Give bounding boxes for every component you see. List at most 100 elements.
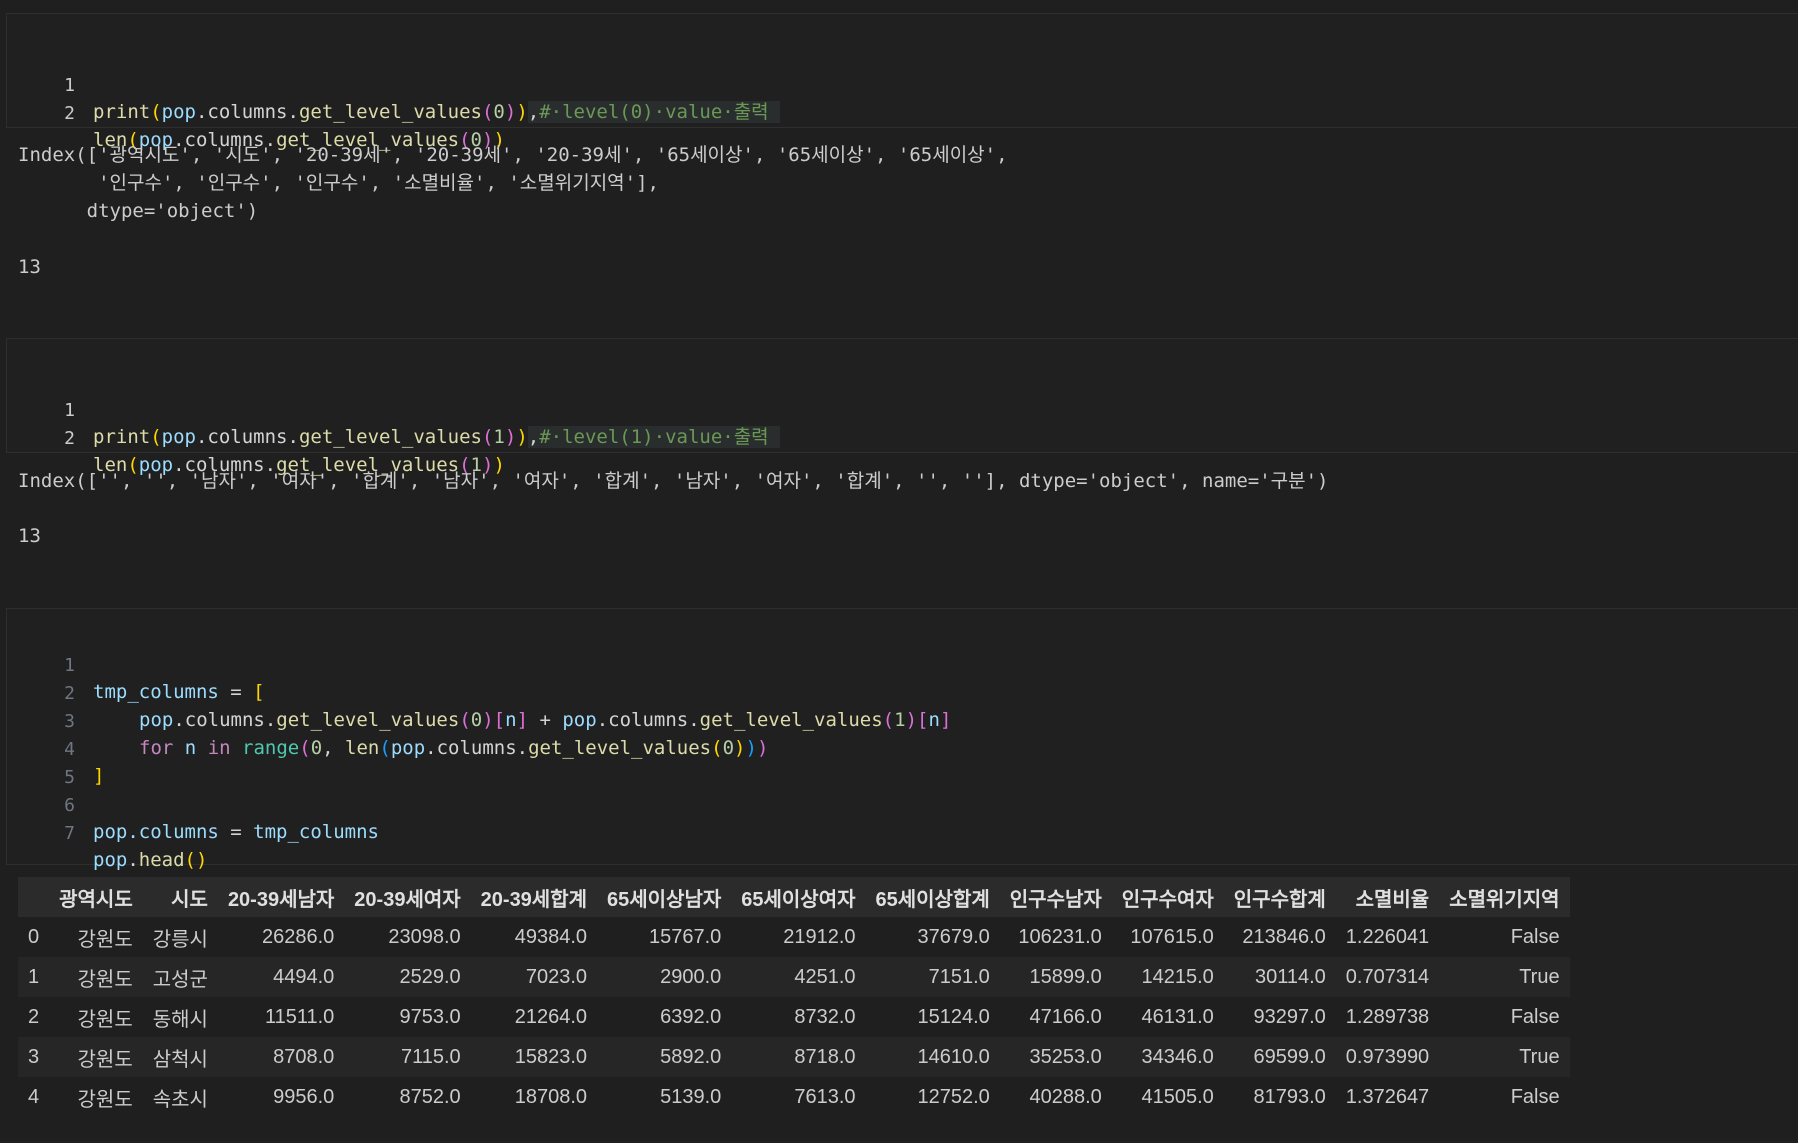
- table-cell: 1.372647: [1335, 1077, 1440, 1117]
- table-cell: 5139.0: [597, 1077, 732, 1117]
- table-cell: 15899.0: [999, 957, 1112, 997]
- table-cell: 14215.0: [1111, 957, 1224, 997]
- cell-2-output-len: 13: [18, 525, 41, 547]
- column-header: 65세이상남자: [597, 877, 732, 917]
- table-cell: 8708.0: [217, 1037, 345, 1077]
- table-cell: 15823.0: [470, 1037, 598, 1077]
- table-cell: 7115.0: [344, 1037, 471, 1077]
- code-line[interactable]: 2 len(pop.columns.get_level_values(0)): [7, 75, 1798, 151]
- table-cell: 9956.0: [217, 1077, 345, 1117]
- table-cell: 7023.0: [470, 957, 598, 997]
- table-row: 0 강원도 강릉시 26286.0 23098.0 49384.0 15767.0 21912…: [18, 917, 1570, 957]
- table-cell: 7613.0: [731, 1077, 866, 1117]
- table-cell: 1.226041: [1335, 917, 1440, 957]
- table-cell: 21264.0: [470, 997, 598, 1037]
- column-header: 인구수합계: [1223, 877, 1336, 917]
- table-cell: 23098.0: [344, 917, 471, 957]
- line-number: 2: [64, 428, 75, 449]
- table-cell: 35253.0: [999, 1037, 1112, 1077]
- cell-1-output-index: Index(['광역시도', '시도', '20-39세', '20-39세',…: [18, 144, 1008, 222]
- code-line[interactable]: 4 ]: [7, 711, 104, 787]
- table-cell: 4251.0: [731, 957, 866, 997]
- table-cell: 106231.0: [999, 917, 1112, 957]
- cell-2-output-index: Index(['', '', '남자', '여자', '합계', '남자', '…: [18, 470, 1329, 492]
- table-cell: 1.289738: [1335, 997, 1440, 1037]
- cell-1-output-len: 13: [18, 256, 41, 278]
- table-cell: 0.973990: [1335, 1037, 1440, 1077]
- table-cell: 12752.0: [865, 1077, 1000, 1117]
- table-cell: 강원도: [49, 1037, 143, 1077]
- table-cell: 강원도: [49, 997, 143, 1037]
- column-header: 소멸위기지역: [1439, 877, 1570, 917]
- table-cell: 동해시: [142, 997, 218, 1037]
- line-number: 2: [64, 103, 75, 124]
- table-row: 4 강원도 속초시 9956.0 8752.0 18708.0 5139.0 7613.0 12…: [18, 1077, 1570, 1117]
- table-cell: 21912.0: [731, 917, 866, 957]
- column-header: 20-39세합계: [470, 877, 598, 917]
- table-cell: 6392.0: [597, 997, 732, 1037]
- table-cell: True: [1439, 957, 1570, 997]
- table-cell: 47166.0: [999, 997, 1112, 1037]
- table-cell: 26286.0: [217, 917, 345, 957]
- table-cell: 11511.0: [217, 997, 345, 1037]
- table-cell: 강릉시: [142, 917, 218, 957]
- table-cell: 69599.0: [1223, 1037, 1336, 1077]
- table-header-row: 광역시도 시도 20-39세남자 20-39세여자 20-39세합계 65세이상남자 65세…: [18, 877, 1570, 917]
- code-line[interactable]: 5: [7, 739, 75, 788]
- table-cell: 18708.0: [470, 1077, 598, 1117]
- table-row: 3 강원도 삼척시 8708.0 7115.0 15823.0 5892.0 8718.0 14…: [18, 1037, 1570, 1077]
- column-header: 65세이상합계: [865, 877, 1000, 917]
- code-line[interactable]: 1 print(pop.columns.get_level_values(1))…: [7, 372, 1798, 448]
- table-cell: 강원도: [49, 957, 143, 997]
- code-line[interactable]: 7 pop.head(): [7, 795, 207, 871]
- table-cell: False: [1439, 997, 1570, 1037]
- column-header: 인구수여자: [1111, 877, 1224, 917]
- table-cell: 4494.0: [217, 957, 345, 997]
- table-cell: 81793.0: [1223, 1077, 1336, 1117]
- code-cell-3[interactable]: 1 tmp_columns = [ 2 pop.columns.get_leve…: [6, 608, 1798, 871]
- table-row: 1 강원도 고성군 4494.0 2529.0 7023.0 2900.0 4251.0 715…: [18, 957, 1570, 997]
- code-line[interactable]: 2 len(pop.columns.get_level_values(1)): [7, 400, 1798, 476]
- dataframe-output: 광역시도 시도 20-39세남자 20-39세여자 20-39세합계 65세이상남자 65세…: [18, 877, 1570, 1117]
- column-header: 20-39세남자: [217, 877, 345, 917]
- table-cell: 15124.0: [865, 997, 1000, 1037]
- column-header: 20-39세여자: [344, 877, 471, 917]
- code-cell-1[interactable]: 1 print(pop.columns.get_level_values(0))…: [6, 13, 1798, 151]
- table-cell: 8752.0: [344, 1077, 471, 1117]
- table-cell: 30114.0: [1223, 957, 1336, 997]
- line-number: 7: [64, 823, 75, 844]
- code-line[interactable]: 3 for n in range(0, len(pop.columns.get_…: [7, 683, 768, 759]
- table-cell: 34346.0: [1111, 1037, 1224, 1077]
- table-cell: 46131.0: [1111, 997, 1224, 1037]
- table-cell: 0.707314: [1335, 957, 1440, 997]
- table-cell: 속초시: [142, 1077, 218, 1117]
- table-cell: 37679.0: [865, 917, 1000, 957]
- table-cell: 강원도: [49, 1077, 143, 1117]
- table-cell: 강원도: [49, 917, 143, 957]
- code-line[interactable]: 6 pop.columns = tmp_columns: [7, 767, 379, 843]
- table-cell: 고성군: [142, 957, 218, 997]
- table-cell: True: [1439, 1037, 1570, 1077]
- code-line[interactable]: 1 print(pop.columns.get_level_values(0))…: [7, 47, 1798, 123]
- column-header: 소멸비율: [1335, 877, 1440, 917]
- code-line[interactable]: 2 pop.columns.get_level_values(0)[n] + p…: [7, 655, 951, 731]
- row-index: 4: [18, 1077, 50, 1117]
- table-cell: 49384.0: [470, 917, 598, 957]
- column-header: 65세이상여자: [731, 877, 866, 917]
- table-cell: 삼척시: [142, 1037, 218, 1077]
- table-cell: 213846.0: [1223, 917, 1336, 957]
- table-cell: 41505.0: [1111, 1077, 1224, 1117]
- table-cell: 14610.0: [865, 1037, 1000, 1077]
- row-index: 2: [18, 997, 50, 1037]
- column-header: 시도: [142, 877, 218, 917]
- code-cell-2[interactable]: 1 print(pop.columns.get_level_values(1))…: [6, 338, 1798, 476]
- code-line[interactable]: 1 tmp_columns = [: [7, 627, 264, 703]
- table-cell: 8718.0: [731, 1037, 866, 1077]
- table-cell: False: [1439, 1077, 1570, 1117]
- table-cell: 40288.0: [999, 1077, 1112, 1117]
- row-index: 1: [18, 957, 50, 997]
- table-row: 2 강원도 동해시 11511.0 9753.0 21264.0 6392.0 8732.0 1…: [18, 997, 1570, 1037]
- table-cell: 107615.0: [1111, 917, 1224, 957]
- column-header: [18, 877, 50, 917]
- table-cell: 15767.0: [597, 917, 732, 957]
